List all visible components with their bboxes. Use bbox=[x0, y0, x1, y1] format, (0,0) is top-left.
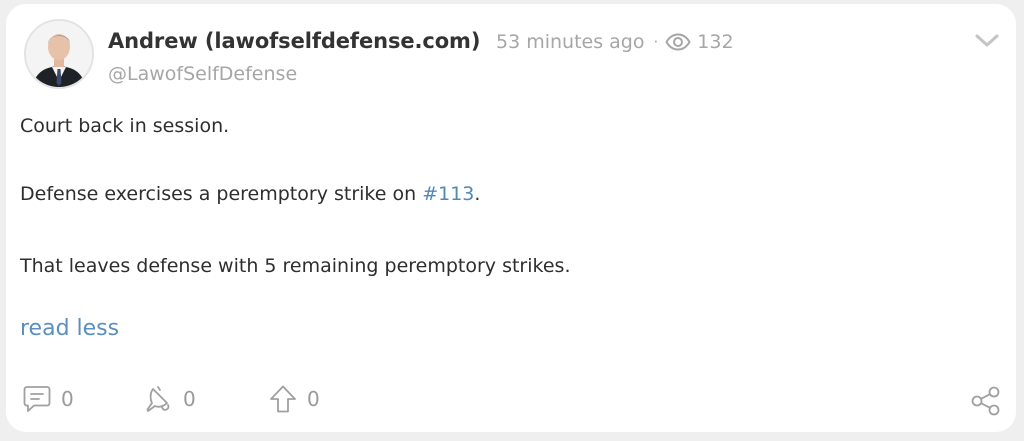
hashtag-link[interactable]: #113 bbox=[422, 183, 474, 205]
tip-bell-icon bbox=[146, 386, 170, 412]
post-body-line-3: That leaves defense with 5 remaining per… bbox=[20, 255, 571, 277]
body-text: Defense exercises a peremptory strike on bbox=[20, 183, 423, 205]
meta-separator: · bbox=[653, 33, 659, 51]
author-handle[interactable]: @LawofSelfDefense bbox=[108, 63, 297, 85]
share-icon[interactable] bbox=[970, 385, 1002, 417]
comment-icon bbox=[23, 386, 51, 412]
post-body-line-1: Court back in session. bbox=[20, 115, 230, 137]
upvote-arrow-icon bbox=[270, 385, 296, 413]
eye-icon bbox=[665, 33, 691, 51]
author-name[interactable]: Andrew (lawofselfdefense.com) bbox=[108, 29, 480, 53]
tip-count: 0 bbox=[183, 387, 196, 411]
body-text-suffix: . bbox=[474, 183, 481, 205]
post-card: Andrew (lawofselfdefense.com) 53 minutes… bbox=[6, 4, 1016, 432]
tip-button[interactable]: 0 bbox=[144, 384, 196, 414]
read-less-link[interactable]: read less bbox=[20, 316, 119, 341]
post-meta: 53 minutes ago · 132 bbox=[496, 31, 734, 53]
author-avatar[interactable] bbox=[24, 19, 94, 89]
upvote-button[interactable]: 0 bbox=[268, 384, 320, 414]
comment-button[interactable]: 0 bbox=[22, 384, 74, 414]
view-count: 132 bbox=[697, 31, 734, 53]
avatar-image bbox=[26, 21, 92, 87]
post-timestamp[interactable]: 53 minutes ago bbox=[496, 31, 645, 53]
comment-count: 0 bbox=[61, 387, 74, 411]
chevron-down-icon[interactable] bbox=[974, 32, 1000, 50]
post-body-line-2: Defense exercises a peremptory strike on… bbox=[20, 183, 480, 205]
upvote-count: 0 bbox=[307, 387, 320, 411]
